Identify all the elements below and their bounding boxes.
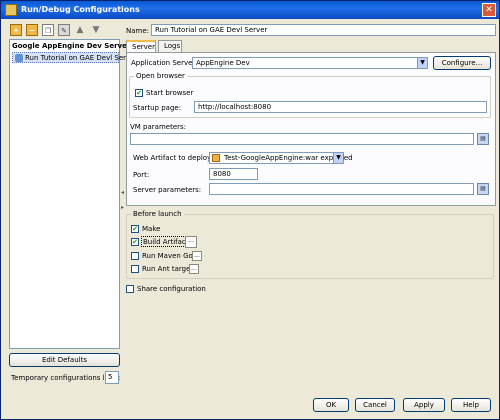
server-params-label: Server parameters:: [133, 186, 202, 194]
run-config-icon: [15, 54, 23, 62]
build-artifacts-ellipsis-button[interactable]: ...: [185, 236, 197, 248]
ant-target-ellipsis-button[interactable]: ...: [189, 264, 199, 274]
vm-params-input[interactable]: [130, 133, 474, 145]
port-label: Port:: [133, 171, 150, 179]
edit-icon[interactable]: ✎: [58, 24, 70, 36]
chevron-down-icon[interactable]: ▼: [417, 58, 427, 68]
tab-server[interactable]: Server: [126, 40, 156, 52]
share-configuration-checkbox[interactable]: [126, 285, 134, 293]
app-icon: [5, 4, 17, 16]
vm-params-label: VM parameters:: [130, 123, 187, 131]
startup-page-input[interactable]: http://localhost:8080: [194, 101, 487, 113]
ant-target-label[interactable]: Run Ant target: [142, 265, 193, 273]
start-browser-checkbox[interactable]: ✔: [135, 89, 143, 97]
chevron-down-icon[interactable]: ▼: [333, 153, 343, 163]
close-window-button[interactable]: ✕: [482, 3, 496, 17]
make-checkbox[interactable]: ✔: [131, 225, 139, 233]
collapse-left-icon[interactable]: ◂: [121, 189, 124, 196]
make-label[interactable]: Make: [142, 225, 160, 233]
tree-group-label[interactable]: Google AppEngine Dev Server: [12, 42, 130, 50]
web-artifact-select[interactable]: Test-GoogleAppEngine:war exploded ▼: [209, 152, 353, 164]
start-browser-label[interactable]: Start browser: [146, 89, 193, 97]
build-artifacts-checkbox[interactable]: ✔: [131, 238, 139, 246]
arrow-up-icon[interactable]: ▲: [74, 24, 86, 36]
title-bar[interactable]: Run/Debug Configurations ✕: [1, 1, 499, 19]
configure-button[interactable]: Configure...: [433, 56, 491, 70]
splitter-grip-icon[interactable]: ▸: [121, 204, 124, 211]
temp-limit-input[interactable]: 5: [105, 371, 119, 384]
share-configuration-label[interactable]: Share configuration: [137, 285, 206, 293]
help-button[interactable]: Help: [451, 398, 491, 412]
temp-limit-label: Temporary configurations limit:: [11, 374, 121, 382]
window-title: Run/Debug Configurations: [21, 5, 140, 14]
app-server-select[interactable]: AppEngine Dev ▼: [192, 57, 428, 69]
apply-button[interactable]: Apply: [403, 398, 445, 412]
maven-goal-ellipsis-button[interactable]: ...: [192, 251, 202, 261]
panel-splitter[interactable]: ◂ ▸: [121, 39, 125, 409]
web-artifact-label: Web Artifact to deploy:: [133, 154, 214, 162]
ok-button[interactable]: OK: [313, 398, 349, 412]
ant-target-checkbox[interactable]: [131, 265, 139, 273]
configurations-tree[interactable]: Google AppEngine Dev Server Run Tutorial…: [9, 39, 137, 349]
before-launch-legend: Before launch: [131, 210, 184, 218]
expand-editor-icon[interactable]: ▤: [477, 133, 489, 145]
minus-icon[interactable]: −: [26, 24, 38, 36]
startup-page-label: Startup page:: [133, 104, 182, 112]
edit-defaults-button[interactable]: Edit Defaults: [9, 353, 120, 367]
name-label: Name:: [126, 27, 150, 35]
app-server-value: AppEngine Dev: [196, 59, 250, 67]
tab-logs[interactable]: Logs: [158, 40, 182, 52]
open-browser-legend: Open browser: [134, 72, 187, 80]
maven-goal-checkbox[interactable]: [131, 252, 139, 260]
tree-item-run-tutorial[interactable]: Run Tutorial on GAE Devl Server: [12, 52, 137, 63]
cancel-button[interactable]: Cancel: [355, 398, 395, 412]
arrow-down-icon[interactable]: ▼: [90, 24, 102, 36]
configurations-toolbar: + − ❐ ✎ ▲ ▼: [10, 24, 120, 38]
name-input[interactable]: Run Tutorial on GAE Devl Server: [151, 24, 496, 36]
artifact-icon: [212, 154, 220, 162]
copy-icon[interactable]: ❐: [42, 24, 54, 36]
plus-icon[interactable]: +: [10, 24, 22, 36]
port-input[interactable]: 8080: [209, 168, 258, 180]
run-debug-configurations-window: Run/Debug Configurations ✕ + − ❐ ✎ ▲ ▼ G…: [0, 0, 500, 420]
app-server-label: Application Server:: [131, 59, 198, 67]
server-params-input[interactable]: [209, 183, 474, 195]
maven-goal-label[interactable]: Run Maven Goal: [142, 252, 199, 260]
expand-editor-icon[interactable]: ▤: [477, 183, 489, 195]
